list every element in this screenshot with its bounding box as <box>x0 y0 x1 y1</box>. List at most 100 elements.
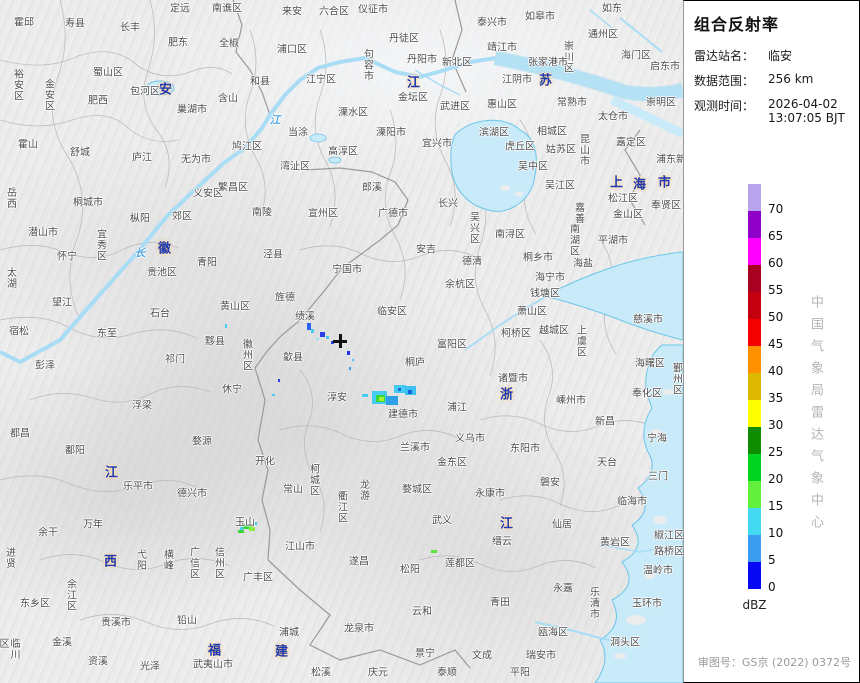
place-label: 歙县 <box>283 353 303 364</box>
place-label: 东阳市 <box>510 444 540 455</box>
place-label: 文成 <box>472 651 492 662</box>
place-label: 三门 <box>648 472 668 483</box>
place-label: 武夷山市 <box>193 660 233 671</box>
place-label: 缙云 <box>492 537 512 548</box>
place-label: 柯桥区 <box>501 329 531 340</box>
place-label: 南陵 <box>252 208 272 219</box>
place-label: 奉化区 <box>632 389 662 400</box>
place-label: 宁海 <box>647 434 667 445</box>
place-label: 望江 <box>52 298 72 309</box>
place-label: 安吉 <box>416 245 436 256</box>
place-label: 含山 <box>218 94 238 105</box>
place-label: 铅山 <box>177 616 197 627</box>
place-label: 宜兴市 <box>422 139 452 150</box>
radar-echo <box>278 379 280 382</box>
place-label: 徽州区 <box>241 339 252 372</box>
radar-echo <box>386 396 398 405</box>
place-label: 当涂 <box>288 128 308 139</box>
range-label: 数据范围： <box>694 72 768 89</box>
radar-map[interactable]: 霍邱寿县长丰定远南谯区肥东全椒裕安区金安区蜀山区包河区肥西含山巢湖市和县霍山舒城… <box>0 0 683 683</box>
province-label: 江 <box>407 78 421 89</box>
place-label: 广丰区 <box>243 573 273 584</box>
radar-echo <box>272 394 275 396</box>
station-label: 雷达站名： <box>694 47 768 64</box>
place-label: 建德市 <box>388 410 418 421</box>
place-label: 吴江区 <box>545 181 575 192</box>
place-label: 海盐 <box>573 259 593 270</box>
place-label: 桐城市 <box>73 198 103 209</box>
place-label: 金安区 <box>43 79 54 112</box>
place-label: 鄱阳 <box>65 446 85 457</box>
place-label: 包河区 <box>130 87 160 98</box>
place-label: 郎溪 <box>362 183 382 194</box>
place-label: 松阳 <box>400 565 420 576</box>
place-label: 庐江 <box>132 153 152 164</box>
reflectivity-legend-bar <box>748 184 761 589</box>
place-label: 松江区 <box>608 194 638 205</box>
place-label: 姑苏区 <box>546 145 576 156</box>
place-label: 定远 <box>170 4 190 15</box>
legend-color-swatch <box>748 373 761 400</box>
place-label: 德兴市 <box>177 489 207 500</box>
place-label: 椒江区 <box>654 531 683 542</box>
place-label: 金坛区 <box>398 93 428 104</box>
legend-tick: 25 <box>768 445 783 459</box>
place-label: 张家港市 <box>528 58 568 69</box>
range-row: 数据范围： 256 km <box>694 72 859 89</box>
place-label: 长丰 <box>120 23 140 34</box>
place-label: 江阴市 <box>502 75 532 86</box>
place-label: 路桥区 <box>654 547 683 558</box>
place-label: 潜山市 <box>28 228 58 239</box>
place-label: 资溪 <box>88 657 108 668</box>
place-label: 义乌市 <box>455 434 485 445</box>
radar-echo <box>379 397 384 401</box>
place-label: 黄山区 <box>220 302 250 313</box>
place-label: 德清 <box>462 257 482 268</box>
place-label: 祁门 <box>165 355 185 366</box>
place-label: 横峰 <box>162 549 173 571</box>
legend-tick: 50 <box>768 310 783 324</box>
place-label: 巢湖市 <box>177 105 207 116</box>
place-label: 句容市 <box>362 49 373 82</box>
legend-color-swatch <box>748 427 761 454</box>
province-label: 市 <box>658 178 672 189</box>
place-label: 鄞州区 <box>671 363 682 396</box>
river-label: 江 <box>270 115 281 126</box>
place-label: 如东 <box>602 4 622 15</box>
legend-color-swatch <box>748 211 761 238</box>
place-label: 诸暨市 <box>498 374 528 385</box>
place-label: 霍山 <box>18 140 38 151</box>
place-label: 乐清市 <box>588 587 599 620</box>
place-label: 青阳 <box>197 258 217 269</box>
legend-tick: 15 <box>768 499 783 513</box>
map-approval-number: 审图号：GS京 (2022) 0372号 <box>698 654 851 670</box>
place-label: 金山区 <box>613 210 643 221</box>
place-label: 丹阳市 <box>407 55 437 66</box>
place-label: 龙泉市 <box>344 624 374 635</box>
place-label: 嘉定区 <box>616 138 646 149</box>
yangtze-river <box>0 58 496 362</box>
range-value: 256 km <box>768 72 813 89</box>
place-label: 石台 <box>150 309 170 320</box>
place-label: 新北区 <box>442 58 472 69</box>
place-label: 临海市 <box>617 497 647 508</box>
place-label: 相城区 <box>537 127 567 138</box>
place-label: 慈溪市 <box>633 315 663 326</box>
place-label: 太湖 <box>5 267 16 289</box>
place-label: 蜀山区 <box>93 68 123 79</box>
legend-tick: 20 <box>768 472 783 486</box>
place-label: 婺城区 <box>402 485 432 496</box>
legend-tick: 70 <box>768 202 783 216</box>
place-label: 常熟市 <box>557 98 587 109</box>
county-boundaries <box>0 0 676 630</box>
place-label: 天台 <box>597 458 617 469</box>
radar-echo <box>238 530 244 533</box>
place-label: 开化 <box>255 457 275 468</box>
legend-tick: 35 <box>768 391 783 405</box>
place-label: 磐安 <box>540 478 560 489</box>
place-label: 广信区 <box>188 547 199 580</box>
place-label: 浦城 <box>279 628 299 639</box>
place-label: 寿县 <box>65 19 85 30</box>
legend-color-swatch <box>748 562 761 589</box>
place-label: 靖江市 <box>487 43 517 54</box>
